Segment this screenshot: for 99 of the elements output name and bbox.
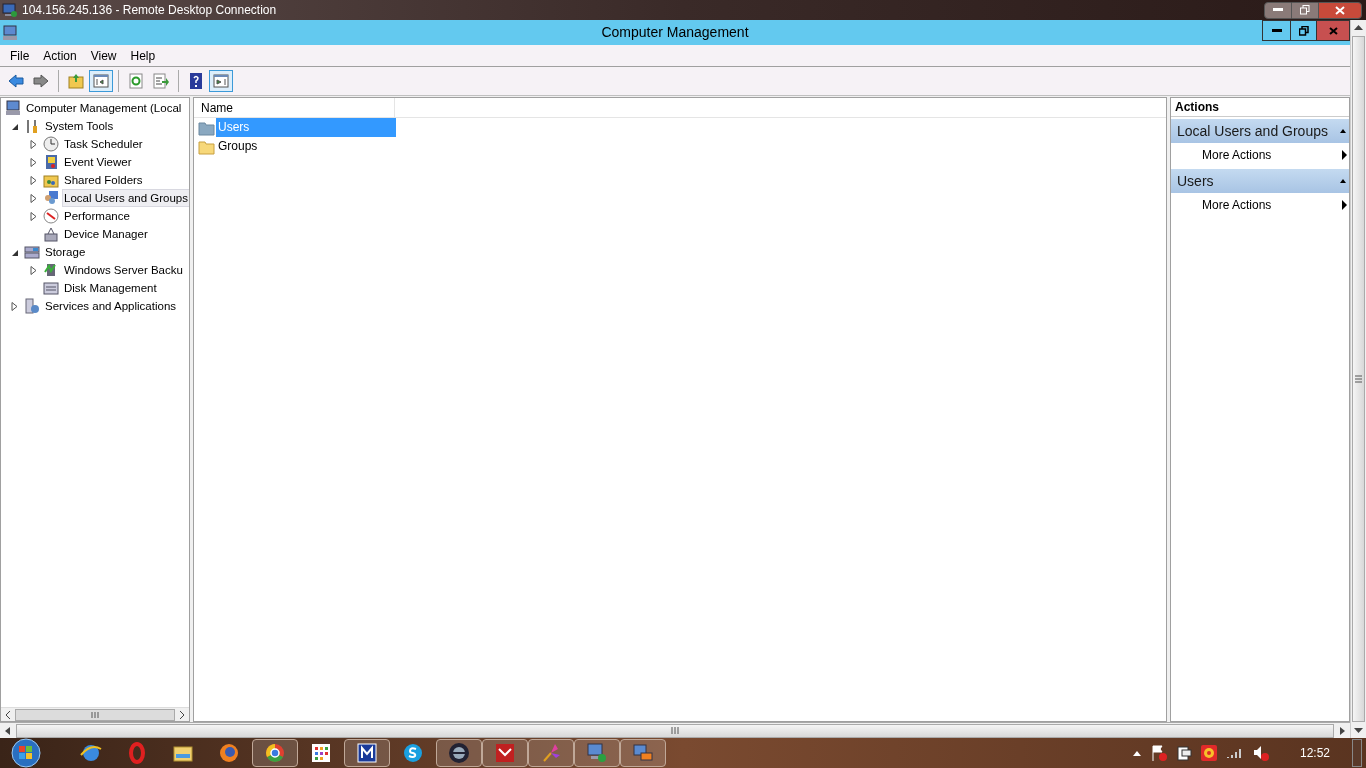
window-title: 104.156.245.136 - Remote Desktop Connection [22, 2, 277, 19]
restore-icon [1300, 5, 1310, 15]
collapsed-triangle-icon[interactable] [30, 139, 38, 149]
chevron-tile-icon [493, 741, 517, 765]
minimize-button[interactable] [1262, 20, 1291, 41]
back-arrow-icon [7, 72, 25, 90]
chat-bubble-icon [401, 741, 425, 765]
scrollbar-thumb[interactable] [1352, 36, 1365, 722]
restore-icon [1298, 25, 1309, 36]
vertical-scrollbar[interactable] [1350, 20, 1366, 738]
folder-up-icon [67, 72, 85, 90]
section-title: Local Users and Groups [1177, 121, 1328, 141]
collapsed-triangle-icon[interactable] [30, 265, 38, 275]
app-grid-icon [309, 741, 333, 765]
taskbar-button[interactable] [436, 739, 482, 767]
power-plug-icon[interactable] [1175, 744, 1192, 762]
window-title: Computer Management [601, 23, 749, 42]
collapse-arrow-icon[interactable] [1339, 128, 1347, 134]
tree-item[interactable]: Windows Server Backu [62, 261, 185, 279]
show-hidden-icons-icon[interactable] [1131, 749, 1142, 757]
action-pane-icon [212, 72, 230, 90]
section-header[interactable]: Local Users and Groups [1171, 119, 1349, 143]
windows-logo-icon [9, 738, 43, 768]
submenu-arrow-icon [1342, 200, 1347, 210]
collapse-arrow-icon[interactable] [1339, 178, 1347, 184]
close-icon [1328, 26, 1338, 35]
refresh-icon [127, 72, 145, 90]
users-icon [43, 190, 59, 206]
tree-item[interactable]: Disk Management [62, 279, 159, 297]
tree-item[interactable]: Shared Folders [62, 171, 145, 189]
folder-icon [198, 138, 216, 155]
section-header[interactable]: Users [1171, 169, 1349, 193]
list-item[interactable]: Groups [216, 137, 396, 156]
collapsed-triangle-icon[interactable] [30, 211, 38, 221]
round-emblem-icon [447, 741, 471, 765]
section-title: Users [1177, 171, 1214, 191]
close-button[interactable] [1318, 1, 1362, 19]
minimize-icon [1271, 28, 1282, 33]
tree-item[interactable]: Computer Management (Local [24, 99, 184, 117]
grip-icon [671, 727, 679, 734]
tree-item[interactable]: Performance [62, 207, 132, 225]
tools-icon [24, 118, 40, 134]
wheel-icon [263, 741, 287, 765]
action-item[interactable]: More Actions [1171, 143, 1349, 167]
computer-icon [2, 24, 18, 41]
collapsed-triangle-icon[interactable] [30, 193, 38, 203]
computer-icon [5, 100, 21, 116]
signal-icon[interactable] [1225, 746, 1244, 760]
action-item[interactable]: More Actions [1171, 193, 1349, 217]
remote-desktop-icon [585, 741, 609, 765]
menu-item[interactable]: File [3, 45, 37, 66]
taskbar-button[interactable] [252, 739, 298, 767]
device-icon [43, 226, 59, 242]
muted-speaker-icon[interactable] [1251, 744, 1270, 762]
taskbar-button[interactable] [482, 739, 528, 767]
collapsed-triangle-icon[interactable] [11, 301, 19, 311]
minimize-button[interactable] [1264, 1, 1292, 19]
fox-globe-icon [217, 741, 241, 765]
computer-icon [2, 2, 18, 18]
taskbar-button[interactable] [344, 739, 390, 767]
tree-item[interactable]: Task Scheduler [62, 135, 145, 153]
tree-item[interactable]: Local Users and Groups [62, 189, 189, 207]
storage-icon [24, 244, 40, 260]
tree-item[interactable]: Storage [43, 243, 88, 261]
action-label: More Actions [1202, 197, 1272, 214]
grip-icon [91, 711, 99, 718]
tree-item[interactable]: Services and Applications [43, 297, 179, 315]
action-label: More Actions [1202, 147, 1272, 164]
tree-item[interactable]: System Tools [43, 117, 116, 135]
gauge-icon [43, 208, 59, 224]
letter-tile-icon [355, 741, 379, 765]
collapsed-triangle-icon[interactable] [30, 157, 38, 167]
pane-title: Actions [1171, 98, 1349, 117]
target-icon[interactable] [1199, 744, 1218, 762]
menu-item[interactable]: Help [123, 45, 163, 66]
restore-button[interactable] [1292, 1, 1318, 19]
tree-pane-icon [92, 72, 110, 90]
start-button[interactable] [8, 738, 44, 768]
submenu-arrow-icon [1342, 150, 1347, 160]
log-book-icon [43, 154, 59, 170]
tree-item[interactable]: Device Manager [62, 225, 150, 243]
tree-item[interactable]: Event Viewer [62, 153, 134, 171]
help-icon [187, 72, 205, 90]
toolbar-button[interactable] [209, 70, 233, 92]
minimize-icon [1273, 8, 1283, 12]
clock-icon [43, 136, 59, 152]
export-list-icon [152, 72, 170, 90]
collapsed-triangle-icon[interactable] [30, 175, 38, 185]
forward-arrow-icon [32, 72, 50, 90]
clock[interactable]: 12:52 [1299, 744, 1330, 762]
folder-icon [198, 119, 216, 136]
flag-icon[interactable] [1149, 744, 1168, 762]
menu-item[interactable]: View [83, 45, 124, 66]
column-header[interactable]: Name [194, 98, 395, 117]
shared-folder-icon [43, 172, 59, 188]
menu-item[interactable]: Action [36, 45, 84, 66]
scrollbar-thumb[interactable] [15, 708, 175, 721]
grip-icon [1355, 375, 1362, 383]
close-icon [1335, 5, 1345, 15]
